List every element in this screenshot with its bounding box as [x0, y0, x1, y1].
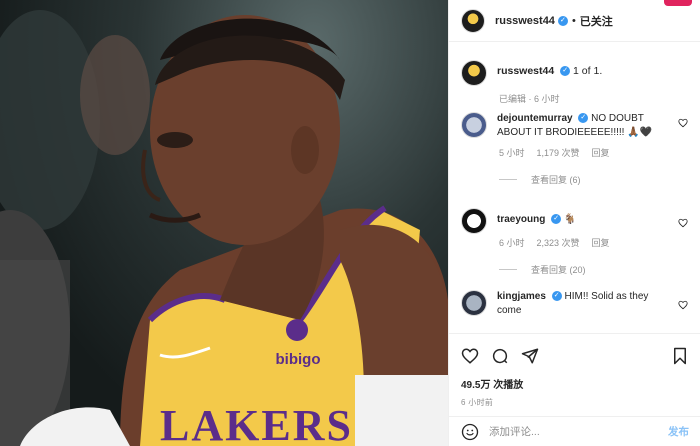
verified-badge-icon: ✓	[557, 15, 568, 26]
save-bookmark-icon[interactable]	[671, 347, 689, 365]
view-replies-button[interactable]: 查看回复 (6)	[499, 173, 688, 186]
comment-meta: 6 小时 2,323 次赞 回复	[499, 236, 688, 249]
replies-divider	[499, 179, 517, 180]
like-comment-heart-icon[interactable]	[678, 300, 688, 310]
edited-time: 6 小时	[534, 94, 560, 104]
emoji-icon[interactable]	[461, 423, 479, 441]
jersey-sponsor-text: bibigo	[276, 351, 321, 368]
post-timestamp[interactable]: 6 小时前	[449, 391, 700, 408]
caption-author-avatar[interactable]	[461, 60, 487, 86]
post-comment-button[interactable]: 发布	[668, 424, 689, 439]
jersey-team-text: LAKERS	[160, 401, 353, 446]
commenter-username[interactable]: dejountemurray	[497, 113, 573, 124]
player-photo: bibigo LAKERS	[0, 10, 448, 446]
view-replies-button[interactable]: 查看回复 (20)	[499, 263, 688, 276]
verified-badge-icon: ✓	[551, 291, 562, 302]
verified-badge-icon: ✓	[551, 214, 562, 225]
comment-input[interactable]: 添加评论...	[489, 424, 668, 439]
comment-item: kingjames ✓ HIM!! Solid as they come	[461, 290, 688, 318]
commenter-username[interactable]: traeyoung	[497, 214, 545, 225]
comment-text: 🐐	[563, 214, 577, 225]
edited-label: 已编辑	[499, 94, 527, 104]
author-avatar[interactable]	[461, 8, 485, 33]
post-header: russwest44 ✓ • 已关注	[449, 0, 700, 42]
comment-bubble-icon[interactable]	[491, 347, 509, 365]
comment-item: dejountemurray ✓ NO DOUBT ABOUT IT BRODI…	[461, 112, 688, 186]
separator-dot: •	[571, 14, 576, 27]
comment-meta: 5 小时 1,179 次赞 回复	[499, 146, 688, 159]
caption-meta: 已编辑 · 6 小时	[499, 94, 560, 104]
post-media[interactable]: bibigo LAKERS	[0, 0, 448, 446]
view-replies-label[interactable]: 查看回复 (6)	[531, 173, 581, 186]
author-username[interactable]: russwest44	[495, 15, 555, 27]
reply-button[interactable]: 回复	[592, 236, 610, 249]
reply-button[interactable]: 回复	[592, 146, 610, 159]
commenter-username[interactable]: kingjames	[497, 291, 546, 302]
action-bar	[449, 334, 700, 370]
following-button[interactable]: 已关注	[580, 13, 613, 29]
like-comment-heart-icon[interactable]	[678, 118, 688, 128]
comment-likes[interactable]: 2,323 次赞	[537, 236, 580, 249]
view-count[interactable]: 49.5万 次播放	[449, 370, 700, 391]
replies-divider	[499, 269, 517, 270]
share-paper-plane-icon[interactable]	[521, 347, 539, 365]
caption-author-username[interactable]: russwest44	[497, 65, 554, 77]
caption-text: 1 of 1.	[573, 65, 603, 77]
commenter-avatar[interactable]	[461, 208, 487, 234]
comment-item: traeyoung ✓ 🐐 6 小时 2,323 次赞 回复 查看回复 (20)	[461, 208, 688, 276]
comment-time: 6 小时	[499, 238, 525, 248]
view-replies-label[interactable]: 查看回复 (20)	[531, 263, 586, 276]
like-heart-icon[interactable]	[461, 347, 479, 365]
commenter-avatar[interactable]	[461, 112, 487, 138]
comment-composer: 添加评论... 发布	[449, 416, 700, 446]
commenter-avatar[interactable]	[461, 290, 487, 316]
like-comment-heart-icon[interactable]	[678, 218, 688, 228]
verified-badge-icon: ✓	[560, 66, 571, 77]
notification-tab[interactable]	[664, 0, 692, 6]
comment-likes[interactable]: 1,179 次赞	[537, 146, 580, 159]
post-side-panel: russwest44 ✓ • 已关注 russwest44 ✓ 1 of 1. …	[448, 0, 700, 446]
verified-badge-icon: ✓	[578, 113, 589, 124]
comment-time: 5 小时	[499, 148, 525, 158]
